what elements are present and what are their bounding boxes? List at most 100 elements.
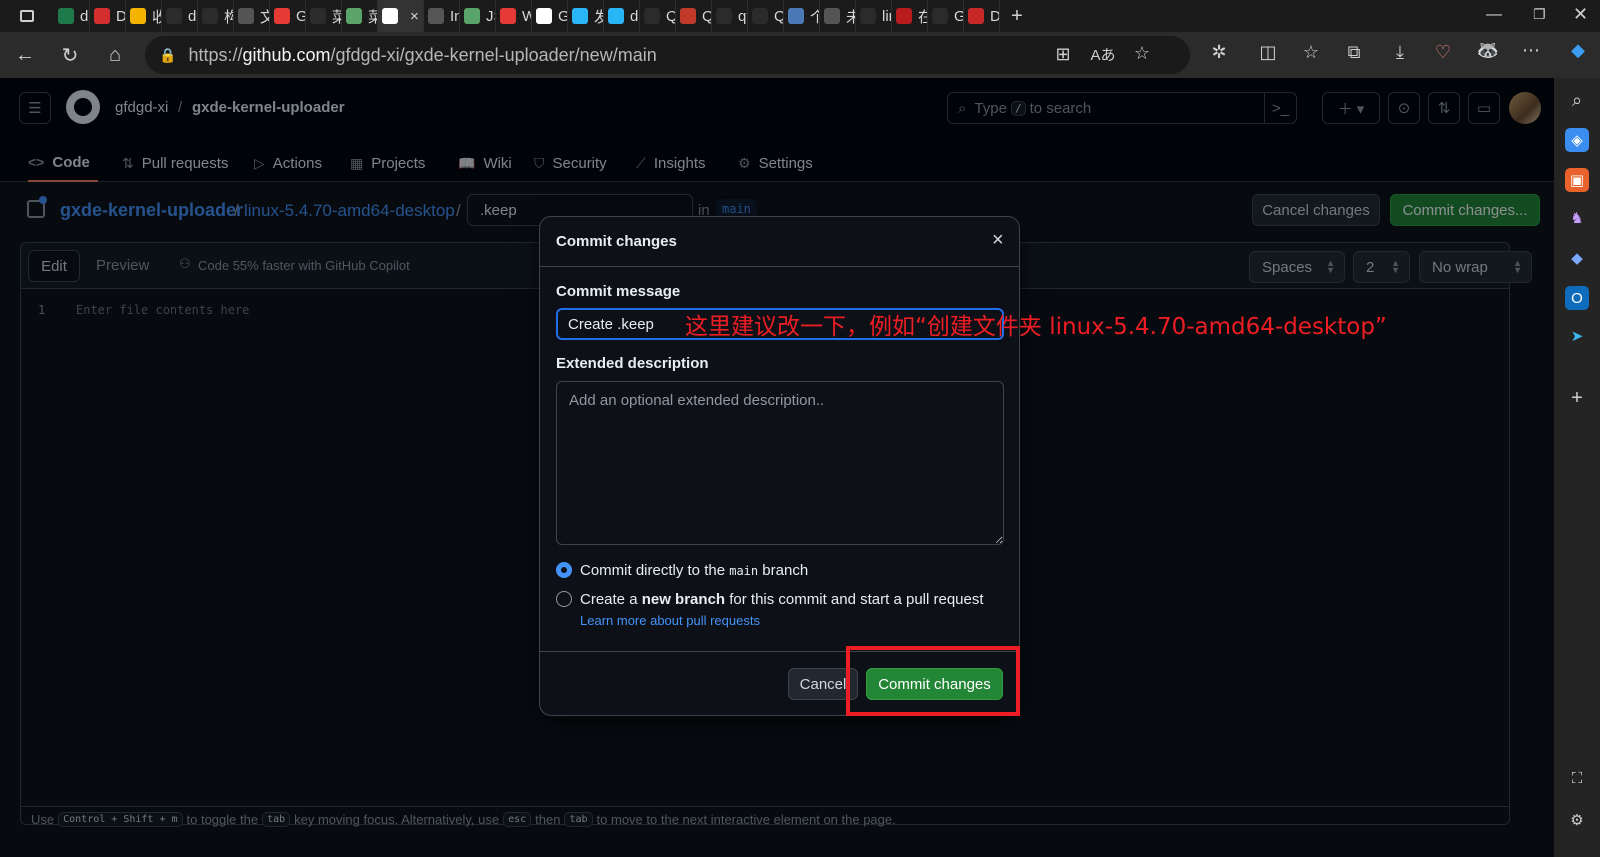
browser-tab[interactable]: GX	[532, 0, 568, 32]
browser-tab[interactable]: ×	[378, 0, 424, 32]
browser-tab[interactable]: lin	[856, 0, 892, 32]
commit-direct-label[interactable]: Commit directly to the main branch	[580, 562, 808, 579]
browser-tab[interactable]: 未	[820, 0, 856, 32]
add-sidebar-app-icon[interactable]: +	[1565, 386, 1589, 410]
browser-tab[interactable]: qt	[712, 0, 748, 32]
radio-text: Commit directly to the	[580, 562, 726, 579]
tab-label: Dc	[990, 7, 1000, 25]
browser-tab[interactable]: GF	[928, 0, 964, 32]
outlook-icon[interactable]: O	[1565, 286, 1589, 310]
tab-label: 文	[260, 6, 269, 27]
browser-tab[interactable]: De	[90, 0, 126, 32]
browser-essentials-icon[interactable]: ♡	[1430, 42, 1456, 63]
restore-button[interactable]: ❐	[1533, 6, 1546, 23]
close-icon[interactable]: ×	[992, 229, 1004, 252]
tab-label: Qt	[702, 8, 711, 25]
home-icon[interactable]: ⌂	[95, 35, 135, 75]
search-icon[interactable]: ⌕	[1565, 88, 1589, 112]
tools-icon[interactable]: ▣	[1565, 168, 1589, 192]
radio-text: branch	[762, 562, 809, 579]
browser-tab[interactable]: 个	[784, 0, 820, 32]
tab-label: 构	[224, 6, 233, 27]
browser-tab[interactable]: Qt	[748, 0, 784, 32]
screenshot-icon[interactable]: ⛶	[1565, 766, 1589, 790]
browser-tab[interactable]: 构	[198, 0, 234, 32]
tab-label: 个	[810, 6, 819, 27]
browser-tab[interactable]: Qt	[640, 0, 676, 32]
tab-label: 发	[594, 6, 603, 27]
tab-label: 菜	[332, 6, 341, 27]
tab-label: De	[116, 7, 126, 25]
close-window-button[interactable]: ✕	[1573, 4, 1588, 25]
tab-label: 未	[846, 6, 855, 27]
tab-favicon-icon	[346, 8, 362, 24]
tab-label: Qt	[774, 8, 783, 25]
address-bar[interactable]: 🔒 https://github.com/gfdgd-xi/gxde-kerne…	[145, 36, 1190, 74]
browser-tab[interactable]: 收	[126, 0, 162, 32]
tab-label: JS	[486, 7, 495, 25]
sidebar-settings-icon[interactable]: ⚙	[1565, 808, 1589, 832]
reload-icon[interactable]: ↻	[50, 35, 90, 75]
browser-tab[interactable]: Dc	[964, 0, 1000, 32]
tab-favicon-icon	[536, 8, 552, 24]
new-tab-button[interactable]: +	[1000, 5, 1034, 28]
branch-name: main	[729, 564, 759, 578]
commit-direct-radio[interactable]	[556, 562, 572, 578]
games-icon[interactable]: ♞	[1565, 206, 1589, 230]
split-screen-icon[interactable]: ◫	[1255, 42, 1281, 63]
shopping-icon[interactable]: ◈	[1565, 128, 1589, 152]
browser-tab[interactable]: Qt	[676, 0, 712, 32]
browser-tab[interactable]: Wi	[496, 0, 532, 32]
tab-label: GX	[558, 8, 567, 25]
url-host: github.com	[242, 44, 331, 65]
copilot-icon[interactable]: ◆	[1565, 40, 1591, 61]
tab-label: Qt	[666, 8, 675, 25]
collections-icon[interactable]: ⧉	[1341, 42, 1367, 63]
browser-tab[interactable]: dc	[162, 0, 198, 32]
favorite-star-icon[interactable]: ☆	[1129, 43, 1155, 64]
browser-tab[interactable]: dp	[604, 0, 640, 32]
extensions-icon[interactable]: ✲	[1206, 42, 1232, 63]
commit-dialog: Commit changes × Commit message Extended…	[539, 216, 1020, 716]
browser-tab[interactable]: Ind	[424, 0, 460, 32]
tab-favicon-icon	[896, 8, 912, 24]
close-tab-icon[interactable]: ×	[410, 8, 419, 25]
tab-favicon-icon	[716, 8, 732, 24]
tab-label: GX	[296, 8, 305, 25]
new-branch-label[interactable]: Create a new branch for this commit and …	[580, 591, 984, 608]
tab-label: 菜	[368, 6, 377, 27]
browser-tab[interactable]: 文	[234, 0, 270, 32]
favorites-icon[interactable]: ☆	[1298, 42, 1324, 63]
read-aloud-icon[interactable]: Aあ	[1090, 44, 1116, 65]
tab-actions-icon[interactable]	[0, 0, 54, 32]
browser-tab[interactable]: 在	[892, 0, 928, 32]
back-icon[interactable]: ←	[5, 35, 45, 75]
extended-description-textarea[interactable]	[556, 381, 1004, 545]
browser-tab[interactable]: GX	[270, 0, 306, 32]
downloads-icon[interactable]: ⤓	[1387, 42, 1413, 63]
url-prefix: https://	[188, 44, 243, 65]
tab-favicon-icon	[382, 8, 398, 24]
browser-tab[interactable]: de	[54, 0, 90, 32]
microsoft365-icon[interactable]: ◆	[1565, 246, 1589, 270]
highlight-box	[846, 646, 1020, 716]
radio-bold-text: new branch	[641, 591, 726, 608]
annotation-text: 这里建议改一下，例如“创建文件夹 linux-5.4.70-amd64-desk…	[685, 314, 1387, 340]
profile-avatar-icon[interactable]: 🦝	[1475, 40, 1501, 61]
browser-tab[interactable]: 发	[568, 0, 604, 32]
browser-tab[interactable]: 菜	[306, 0, 342, 32]
tab-label: 在	[918, 6, 927, 27]
tab-favicon-icon	[644, 8, 660, 24]
more-menu-icon[interactable]: ⋯	[1518, 40, 1544, 61]
browser-tab[interactable]: 菜	[342, 0, 378, 32]
app-available-icon[interactable]: ⊞	[1050, 44, 1076, 65]
dialog-title: Commit changes	[556, 233, 677, 250]
minimize-button[interactable]: —	[1486, 6, 1502, 24]
drop-icon[interactable]: ➤	[1565, 324, 1589, 348]
new-branch-radio[interactable]	[556, 591, 572, 607]
commit-message-label: Commit message	[556, 283, 681, 300]
browser-tab[interactable]: JS	[460, 0, 496, 32]
learn-more-link[interactable]: Learn more about pull requests	[580, 613, 760, 628]
tab-label: dp	[630, 7, 639, 25]
tab-label: 收	[152, 6, 161, 27]
